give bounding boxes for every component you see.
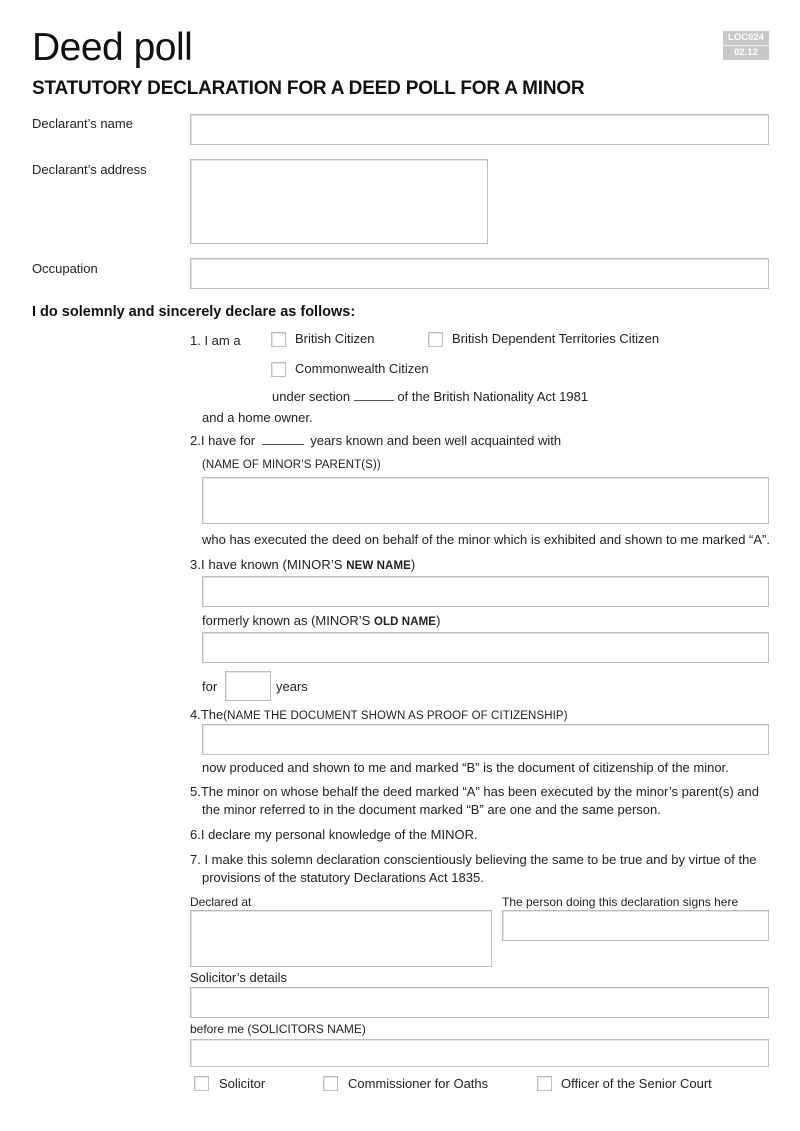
item6-text: 6.I declare my personal knowledge of the… xyxy=(190,827,478,842)
parent-name-label: (NAME OF MINOR’S PARENT(S)) xyxy=(202,459,381,471)
commissioner-for-oaths-label: Commissioner for Oaths xyxy=(348,1076,489,1091)
item5-line1: 5.The minor on whose behalf the deed mar… xyxy=(190,784,759,799)
form-subtitle: STATUTORY DECLARATION FOR A DEED POLL FO… xyxy=(32,78,585,99)
commonwealth-citizen-checkbox[interactable] xyxy=(271,362,286,377)
declarant-address-label: Declarant’s address xyxy=(32,162,147,177)
minor-old-name-field[interactable] xyxy=(202,632,769,663)
formerly-known-old-name-caption: OLD NAME xyxy=(373,616,437,628)
formerly-known-pre: formerly known as (MINOR’S xyxy=(202,613,371,628)
british-dependent-territories-citizen-label: British Dependent Territories Citizen xyxy=(452,331,660,346)
declarant-name-field[interactable] xyxy=(190,114,769,145)
home-owner-text: and a home owner. xyxy=(202,410,313,425)
officer-senior-court-checkbox[interactable] xyxy=(537,1076,552,1091)
british-dependent-territories-citizen-checkbox[interactable] xyxy=(428,332,443,347)
solicitor-name-field[interactable] xyxy=(190,1039,769,1067)
formerly-known-line: formerly known as (MINOR’S OLD NAME) xyxy=(202,613,440,628)
item2-pre: 2.I have for xyxy=(190,433,256,448)
under-section-post: of the British Nationality Act 1981 xyxy=(397,389,589,404)
citizenship-document-field[interactable] xyxy=(202,724,769,755)
under-section-blank[interactable] xyxy=(353,399,394,401)
years-label: years xyxy=(276,679,308,694)
under-section-line: under section of the British Nationality… xyxy=(272,389,588,404)
years-known-blank[interactable] xyxy=(261,443,304,445)
declarant-name-label: Declarant’s name xyxy=(32,116,133,131)
solicitor-details-field[interactable] xyxy=(190,987,769,1018)
under-section-pre: under section xyxy=(272,389,351,404)
solicitor-label: Solicitor xyxy=(219,1076,266,1091)
item3-line: 3.I have known (MINOR’S NEW NAME) xyxy=(190,557,415,572)
for-label: for xyxy=(202,679,218,694)
formerly-known-close: ) xyxy=(436,613,441,628)
before-me-label: before me (SOLICITORS NAME) xyxy=(190,1022,366,1036)
item2-line: 2.I have for years known and been well a… xyxy=(190,433,561,448)
signature-label: The person doing this declaration signs … xyxy=(502,895,739,909)
commissioner-for-oaths-checkbox[interactable] xyxy=(323,1076,338,1091)
item1-prefix: 1. I am a xyxy=(190,333,241,348)
signature-field[interactable] xyxy=(502,910,769,941)
form-code: LOC024 xyxy=(728,32,764,43)
solicitor-details-label: Solicitor’s details xyxy=(190,970,288,985)
british-citizen-checkbox[interactable] xyxy=(271,332,286,347)
item5-line2: the minor referred to in the document ma… xyxy=(202,802,661,817)
item4-post: now produced and shown to me and marked … xyxy=(202,760,729,775)
commonwealth-citizen-label: Commonwealth Citizen xyxy=(295,361,429,376)
form-code-badge: LOC024 02.12 xyxy=(723,31,769,60)
item4-pre: 4.The xyxy=(190,707,224,722)
executed-deed-text: who has executed the deed on behalf of t… xyxy=(202,532,770,547)
item7-line1: 7. I make this solemn declaration consci… xyxy=(190,852,757,867)
years-known-field[interactable] xyxy=(225,671,271,701)
page-title: Deed poll xyxy=(32,26,193,69)
item7-line2: provisions of the statutory Declarations… xyxy=(202,870,484,885)
item2-post: years known and been well acquainted wit… xyxy=(310,433,562,448)
officer-senior-court-label: Officer of the Senior Court xyxy=(561,1076,712,1091)
occupation-field[interactable] xyxy=(190,258,769,289)
item3-new-name-caption: NEW NAME xyxy=(346,560,411,572)
declared-at-field[interactable] xyxy=(190,910,492,967)
british-citizen-label: British Citizen xyxy=(295,331,375,346)
occupation-label: Occupation xyxy=(32,261,98,276)
solicitor-checkbox[interactable] xyxy=(194,1076,209,1091)
minor-new-name-field[interactable] xyxy=(202,576,769,607)
item4-line: 4.The(NAME THE DOCUMENT SHOWN AS PROOF O… xyxy=(190,707,568,722)
item3-pre: 3.I have known (MINOR’S xyxy=(190,557,343,572)
declared-at-label: Declared at xyxy=(190,895,252,909)
declarant-address-field[interactable] xyxy=(190,159,488,244)
form-version: 02.12 xyxy=(723,45,769,60)
declaration-heading: I do solemnly and sincerely declare as f… xyxy=(32,304,356,320)
item4-document-caption: (NAME THE DOCUMENT SHOWN AS PROOF OF CIT… xyxy=(223,710,568,722)
item3-pre-close: ) xyxy=(410,557,416,572)
parent-name-field[interactable] xyxy=(202,477,769,524)
